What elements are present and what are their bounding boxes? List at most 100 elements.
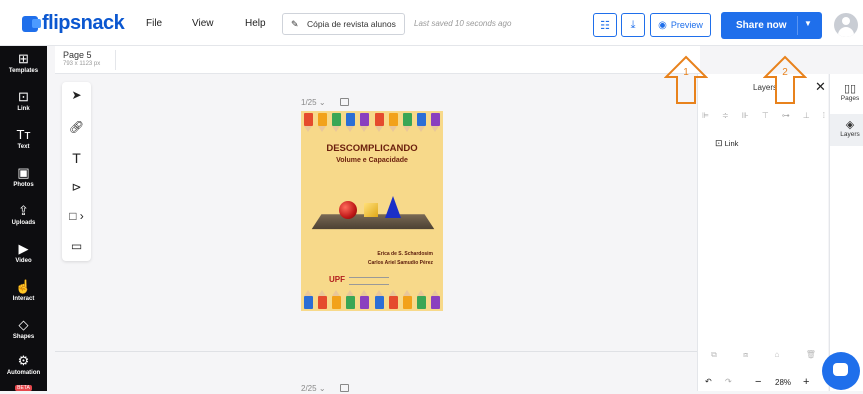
redo-icon[interactable]: ↷: [725, 377, 732, 386]
comment-tool[interactable]: ▭: [62, 239, 91, 253]
share-now-button[interactable]: Share now ▼: [721, 12, 822, 39]
cursor-icon: ➤: [71, 88, 82, 102]
cover-subtitle: Volume e Capacidade: [336, 157, 408, 164]
author-1: Erica de S. Schardosim: [377, 251, 433, 257]
last-saved-status: Last saved 10 seconds ago: [414, 19, 512, 28]
right-sidebar: ▯▯ Pages ◈ Layers: [829, 74, 863, 391]
link-layer-icon: ⊡: [715, 138, 723, 148]
undo-icon[interactable]: ↶: [705, 377, 712, 386]
templates-icon: ⊞: [18, 51, 29, 66]
zoom-in-button[interactable]: +: [803, 376, 809, 388]
text-icon: T: [72, 150, 81, 166]
chat-button[interactable]: [822, 352, 860, 390]
nav-uploads[interactable]: ⇪ Uploads: [0, 204, 47, 227]
share-now-label: Share now: [736, 20, 787, 31]
pencil-border-bottom: [301, 289, 443, 311]
page-counter[interactable]: 2/25 ⌄: [301, 384, 326, 393]
rightbar-pages[interactable]: ▯▯ Pages: [830, 82, 863, 110]
align-right-icon[interactable]: ⊪: [742, 111, 749, 120]
nav-text[interactable]: Tт Text: [0, 128, 47, 151]
document-name-text: Cópia de revista alunos: [307, 19, 396, 29]
nav-templates[interactable]: ⊞ Templates: [0, 51, 47, 75]
annotation-arrow-1: 1: [663, 55, 709, 105]
group-icon[interactable]: ⧈: [743, 350, 748, 360]
pencil-border-top: [301, 113, 443, 135]
rightbar-layers[interactable]: ◈ Layers: [830, 114, 863, 146]
rightbar-label: Pages: [840, 95, 860, 102]
zoom-out-button[interactable]: −: [755, 376, 761, 388]
page-counter-text: 2/25: [301, 384, 317, 393]
chevron-down-icon[interactable]: ▼: [804, 19, 812, 28]
link-icon: ⊡: [18, 89, 29, 104]
align-left-icon[interactable]: ⊫: [702, 111, 709, 120]
document-name-field[interactable]: ✎ Cópia de revista alunos: [282, 13, 405, 35]
menu-help[interactable]: Help: [245, 18, 266, 29]
nav-interact[interactable]: ☝ Interact: [0, 280, 47, 303]
page-counter[interactable]: 1/25 ⌄: [301, 98, 326, 107]
flipsnack-logo-icon: [22, 15, 41, 32]
upf-logo: UPF: [329, 275, 345, 284]
annotation-arrow-2: 2: [762, 55, 808, 105]
align-top-icon[interactable]: ⊤: [762, 111, 769, 120]
page-counter-text: 1/25: [301, 98, 317, 107]
nav-label: Templates: [8, 68, 39, 74]
layers-icon: ◈: [845, 119, 855, 131]
download-icon: ⤓: [630, 18, 636, 31]
layer-item-link[interactable]: ⊡ Link: [715, 138, 738, 149]
cube-image: [364, 203, 378, 217]
author-2: Carlos Ariel Samudio Pérez: [367, 260, 433, 266]
link-tool[interactable]: 🔗︎: [62, 120, 91, 134]
align-bottom-icon[interactable]: ⊥: [803, 111, 810, 120]
video-icon: ▶: [18, 241, 29, 256]
align-center-icon[interactable]: ≑: [722, 111, 729, 120]
select-tool[interactable]: ➤: [62, 88, 91, 102]
flipsnack-logo[interactable]: flipsnack: [22, 12, 125, 35]
close-icon[interactable]: ✕: [815, 79, 826, 95]
preview-button[interactable]: ◉ Preview: [650, 13, 711, 37]
nav-automation[interactable]: ⚙ Automation BETA: [0, 354, 47, 394]
align-middle-icon[interactable]: ⊶: [782, 111, 790, 120]
settings-button[interactable]: ☷: [593, 13, 617, 37]
nav-link[interactable]: ⊡ Link: [0, 89, 47, 113]
page-name: Page 5: [63, 50, 92, 60]
nav-label: Video: [15, 258, 32, 264]
pencil-icon: ✎: [291, 19, 299, 29]
nav-video[interactable]: ▶ Video: [0, 241, 47, 265]
menu-view[interactable]: View: [192, 18, 214, 29]
logo-text: flipsnack: [42, 12, 125, 34]
chevron-down-icon: ⌄: [318, 98, 326, 107]
magazine-cover-page[interactable]: DESCOMPLICANDO Volume e Capacidade Erica…: [301, 111, 443, 311]
nav-shapes[interactable]: ◇ Shapes: [0, 317, 47, 341]
download-button[interactable]: ⤓: [621, 13, 645, 37]
top-bar: flipsnack File View Help ✎ Cópia de revi…: [0, 0, 863, 46]
preview-label: Preview: [670, 20, 703, 30]
share-separator: [797, 16, 798, 35]
video-tool[interactable]: ⊳: [62, 180, 91, 194]
nav-label: Automation: [6, 370, 41, 376]
sliders-icon: ☷: [600, 19, 610, 32]
lock-icon[interactable]: ⌂: [775, 350, 780, 360]
duplicate-icon[interactable]: ⧉: [711, 350, 717, 360]
nav-label: Shapes: [12, 334, 35, 340]
shape-tool[interactable]: □ ›: [62, 209, 91, 223]
upf-logo-text-lines: [349, 277, 389, 285]
menu-file[interactable]: File: [146, 18, 162, 29]
layers-panel: Layers ✕ ⊫ ≑ ⊪ ⊤ ⊶ ⊥ ⁞ ⊡ Link ⧉ ⧈ ⌂ 🗑︎ ↶…: [697, 74, 828, 391]
eye-icon: ◉: [658, 19, 667, 31]
shapes-icon: ◇: [18, 317, 29, 332]
comment-icon[interactable]: [340, 98, 349, 106]
nav-photos[interactable]: ▣ Photos: [0, 166, 47, 189]
trash-icon[interactable]: 🗑︎: [806, 350, 816, 360]
avatar[interactable]: [834, 13, 858, 37]
distribute-icon[interactable]: ⁞: [823, 111, 825, 120]
nav-label: Link: [17, 106, 30, 112]
pages-icon: ▯▯: [843, 83, 857, 95]
zoom-level: 28%: [775, 378, 792, 387]
link-icon: 🔗︎: [68, 120, 85, 134]
square-icon: □ ›: [69, 209, 84, 223]
cover-title: DESCOMPLICANDO: [326, 143, 418, 154]
page-divider: [55, 351, 700, 352]
text-tool[interactable]: T: [62, 150, 91, 166]
nav-label: Uploads: [11, 220, 36, 226]
cover-authors: Erica de S. Schardosim Carlos Ariel Samu…: [368, 250, 433, 268]
